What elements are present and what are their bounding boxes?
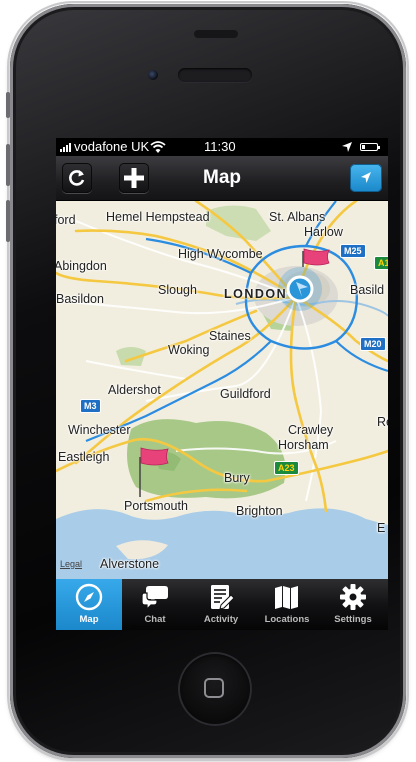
map-legal-link[interactable]: Legal [60,559,82,569]
tab-settings[interactable]: Settings [320,579,386,630]
map-book-icon [275,586,298,609]
map-label-ford: ford [56,213,76,227]
battery-icon [360,143,380,151]
map-label-bury: Bury [224,471,250,485]
tab-label-map: Map [79,614,99,625]
road-shield-m25: M25 [340,244,366,258]
front-camera [148,70,158,80]
map-label-portsmouth: Portsmouth [124,499,188,513]
map-label-st-albans: St. Albans [269,210,326,224]
tab-label-chat: Chat [144,614,166,625]
tab-label-activity: Activity [203,614,239,625]
map-label-basildon-west: Basildon [56,292,104,306]
page-title: Map [203,167,241,188]
map-view[interactable]: ford Hemel Hempstead St. Albans Harlow A… [56,201,388,579]
map-label-aldershot: Aldershot [108,383,161,397]
tab-map[interactable]: Map [56,579,122,630]
wifi-icon [150,141,166,153]
status-bar: vodafone UK 11:30 [56,138,388,156]
map-label-alverstone: Alverstone [100,557,160,571]
locate-me-button[interactable] [350,164,382,192]
tab-label-locations: Locations [264,614,310,625]
chat-bubbles-icon [141,586,168,611]
location-services-icon [342,142,352,152]
map-label-slough: Slough [158,283,197,297]
tab-bar: Map Chat Activity Locations Settings [56,579,388,630]
map-label-high-wycombe: High Wycombe [178,247,263,261]
map-label-harlow: Harlow [304,225,343,239]
volume-up-button [6,144,10,186]
map-label-guildford: Guildford [220,387,271,401]
map-label-basildon-east: Basild [350,283,385,297]
tab-label-settings: Settings [334,614,372,625]
map-label-horsham: Horsham [278,438,329,452]
plus-icon [124,168,144,188]
mute-switch [6,92,10,118]
home-button[interactable] [178,652,252,726]
road-shield-a23: A23 [274,461,299,475]
status-time: 11:30 [204,139,236,154]
map-label-e: E [377,521,386,535]
carrier-name: vodafone UK [74,139,150,154]
road-shield-m20: M20 [360,337,386,351]
volume-down-button [6,200,10,242]
map-label-london: LONDON [224,287,288,301]
navigation-bar: Map [56,156,388,201]
map-label-hemel-hempstead: Hemel Hempstead [106,210,210,224]
map-label-woking: Woking [168,343,210,357]
gear-icon [340,584,366,610]
screen: vodafone UK 11:30 Map ford Hemel Hempste… [56,138,388,630]
map-label-winchester: Winchester [68,423,131,437]
tab-activity[interactable]: Activity [188,579,254,630]
map-label-crawley: Crawley [288,423,334,437]
phone-frame: vodafone UK 11:30 Map ford Hemel Hempste… [6,1,409,761]
map-label-staines: Staines [209,329,251,343]
refresh-button[interactable] [62,163,92,193]
map-label-brighton: Brighton [236,504,283,518]
road-shield-m3: M3 [80,399,101,413]
map-label-abingdon: Abingdon [56,259,107,273]
signal-strength-icon [60,143,74,152]
earpiece-speaker [178,68,252,82]
map-label-eastleigh: Eastleigh [58,450,110,464]
tab-locations[interactable]: Locations [254,579,320,630]
add-button[interactable] [119,163,149,193]
tab-chat[interactable]: Chat [122,579,188,630]
home-square-icon [204,678,224,698]
activity-icon [211,585,235,610]
map-label-re: Re [377,415,388,429]
road-shield-a1: A1 [374,256,388,270]
refresh-icon [69,170,85,186]
location-arrow-icon [361,172,371,183]
top-slot [194,30,238,38]
compass-icon [75,583,103,611]
